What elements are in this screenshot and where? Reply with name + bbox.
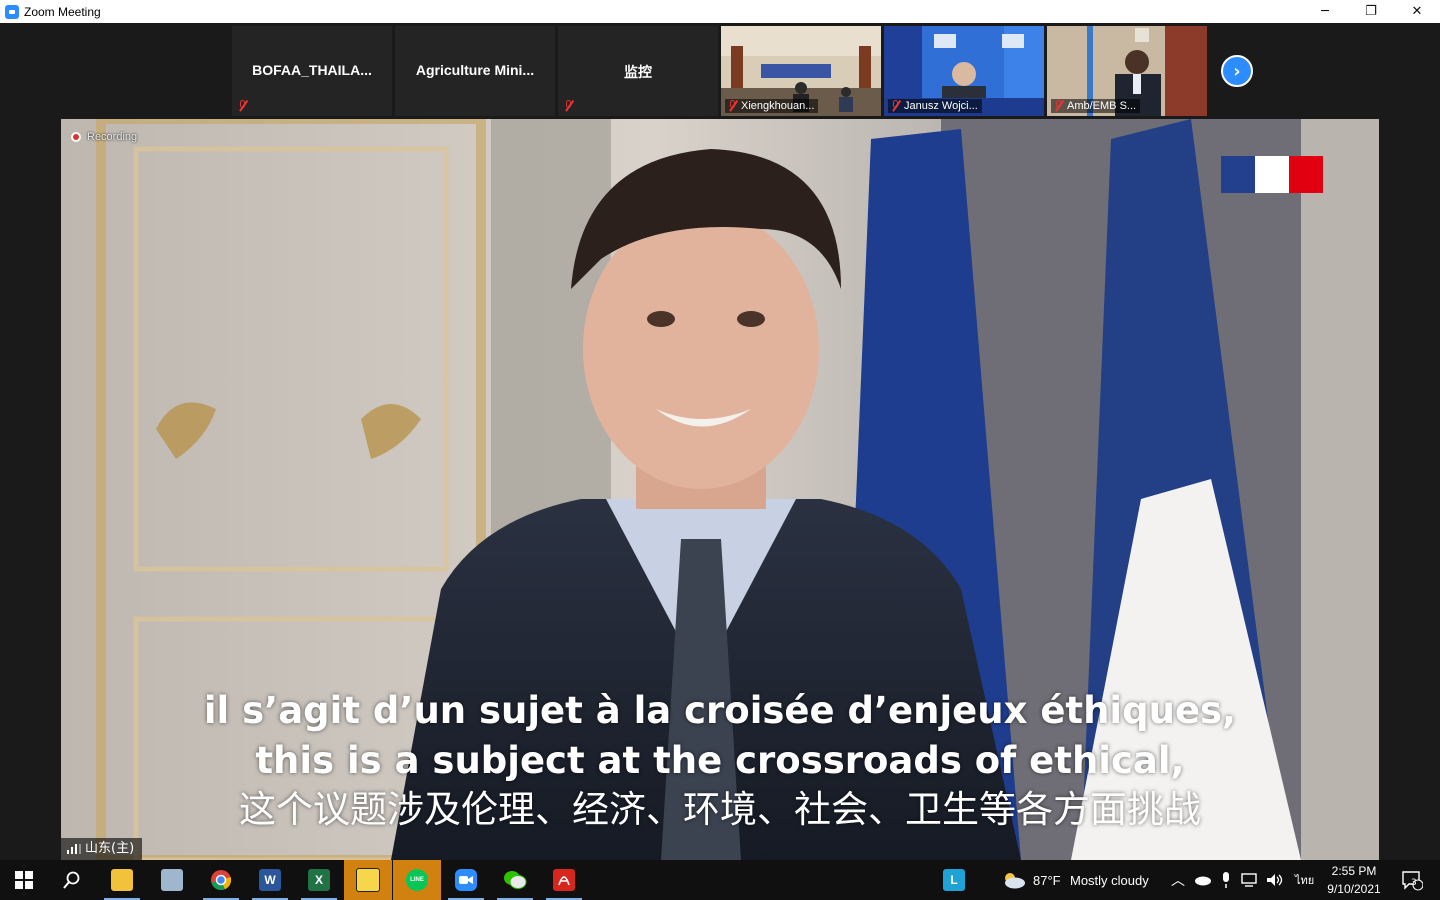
french-republic-logo: [1221, 156, 1323, 193]
caption-line-chinese: 这个议题涉及伦理、经济、环境、社会、卫生等各方面挑战: [239, 788, 1201, 831]
participant-strip: BOFAA_THAILA... Agriculture Mini... 监控 X…: [0, 23, 1440, 119]
caption-line-english: this is a subject at the crossroads of e…: [255, 739, 1185, 782]
weather-description[interactable]: Mostly cloudy: [1070, 860, 1149, 900]
participant-name-label: Janusz Wojci...: [888, 99, 982, 113]
muted-mic-icon: [238, 100, 248, 112]
close-button[interactable]: ✕: [1394, 0, 1440, 23]
taskbar-app-notepad[interactable]: [148, 860, 196, 900]
search-button[interactable]: [48, 860, 96, 900]
recording-label: Recording: [87, 131, 138, 143]
input-language-indicator[interactable]: ไทย: [1295, 860, 1314, 900]
active-speaker-name: 山东(主): [85, 841, 135, 856]
taskbar-app-acrobat[interactable]: [540, 860, 588, 900]
l-app-icon: L: [943, 869, 965, 891]
recording-dot-icon: [71, 132, 81, 142]
minimize-button[interactable]: ─: [1302, 0, 1348, 23]
wechat-icon: [504, 871, 527, 889]
taskbar-app-file-explorer[interactable]: [98, 860, 146, 900]
windows-taskbar: W X LINE L 87°F Mostly cloudy ︿ ไทย 2:55…: [0, 860, 1440, 900]
line-icon: LINE: [406, 869, 428, 891]
muted-mic-icon: [891, 100, 901, 112]
tray-app-l[interactable]: L: [938, 860, 970, 900]
participant-name-label: Amb/EMB S...: [1051, 99, 1141, 113]
window-controls: ─ ❐ ✕: [1302, 0, 1440, 23]
subtitle-captions: il s’agit d’un sujet à la croisée d’enje…: [61, 686, 1379, 834]
participant-video-tile[interactable]: Amb/EMB S...: [1047, 26, 1207, 116]
action-center-button[interactable]: 3: [1392, 860, 1432, 900]
onedrive-cloud-icon[interactable]: [1192, 860, 1214, 900]
muted-mic-icon: [1054, 100, 1064, 112]
caption-line-french: il s’agit d’un sujet à la croisée d’enje…: [203, 689, 1237, 732]
clock-date: 9/10/2021: [1327, 882, 1381, 896]
taskbar-app-sticky-notes[interactable]: [344, 860, 392, 900]
taskbar-app-excel[interactable]: X: [295, 860, 343, 900]
windows-logo-icon: [15, 871, 33, 889]
participant-name-label: Xiengkhouan...: [725, 99, 819, 113]
volume-icon[interactable]: [1263, 860, 1287, 900]
clock-time: 2:55 PM: [1331, 864, 1377, 878]
participant-name: Agriculture Mini...: [415, 62, 535, 78]
notification-count: 3: [1411, 878, 1417, 888]
taskbar-app-zoom[interactable]: [442, 860, 490, 900]
taskbar-app-chrome[interactable]: [197, 860, 245, 900]
microphone-icon[interactable]: [1216, 860, 1236, 900]
participant-tile[interactable]: Agriculture Mini...: [395, 26, 555, 116]
weather-temperature[interactable]: 87°F: [1033, 860, 1061, 900]
participant-video-tile[interactable]: Janusz Wojci...: [884, 26, 1044, 116]
zoom-icon: [455, 869, 477, 891]
cloud-icon: [1005, 873, 1025, 889]
taskbar-app-line[interactable]: LINE: [393, 860, 441, 900]
next-participants-button[interactable]: ›: [1221, 55, 1253, 87]
system-clock[interactable]: 2:55 PM 9/10/2021: [1322, 862, 1386, 898]
word-icon: W: [259, 869, 281, 891]
participant-name: Janusz Wojci...: [904, 100, 978, 112]
muted-mic-icon: [564, 100, 574, 112]
search-icon: [63, 871, 80, 889]
participant-tile[interactable]: 监控: [558, 26, 718, 116]
muted-mic-icon: [728, 100, 738, 112]
participant-name: 监控: [624, 64, 652, 80]
excel-icon: X: [308, 869, 330, 891]
participant-name: Amb/EMB S...: [1067, 100, 1137, 112]
participant-name: BOFAA_THAILA...: [252, 62, 372, 78]
acrobat-icon: [553, 869, 575, 891]
window-title-bar: Zoom Meeting ─ ❐ ✕: [0, 0, 1440, 23]
window-title: Zoom Meeting: [24, 4, 101, 19]
chrome-icon: [211, 870, 232, 891]
participant-video-tile[interactable]: Xiengkhouan...: [721, 26, 881, 116]
zoom-app-icon: [5, 4, 19, 19]
start-button[interactable]: [0, 860, 48, 900]
network-icon[interactable]: [1238, 860, 1262, 900]
folder-icon: [111, 869, 133, 891]
weather-widget-icon[interactable]: [998, 860, 1030, 900]
main-speaker-video: Recording il s’agit d’un sujet à la croi…: [61, 119, 1379, 860]
notepad-icon: [161, 869, 183, 891]
sticky-notes-icon: [356, 868, 380, 892]
recording-indicator[interactable]: Recording: [71, 131, 137, 143]
show-hidden-icons-chevron-icon[interactable]: ︿: [1171, 860, 1185, 900]
participant-tile[interactable]: BOFAA_THAILA...: [232, 26, 392, 116]
participant-name: Xiengkhouan...: [741, 100, 815, 112]
restore-button[interactable]: ❐: [1348, 0, 1394, 23]
signal-bars-icon: [67, 844, 81, 854]
taskbar-app-word[interactable]: W: [246, 860, 294, 900]
taskbar-app-wechat[interactable]: [491, 860, 539, 900]
active-speaker-label: 山东(主): [61, 838, 143, 860]
